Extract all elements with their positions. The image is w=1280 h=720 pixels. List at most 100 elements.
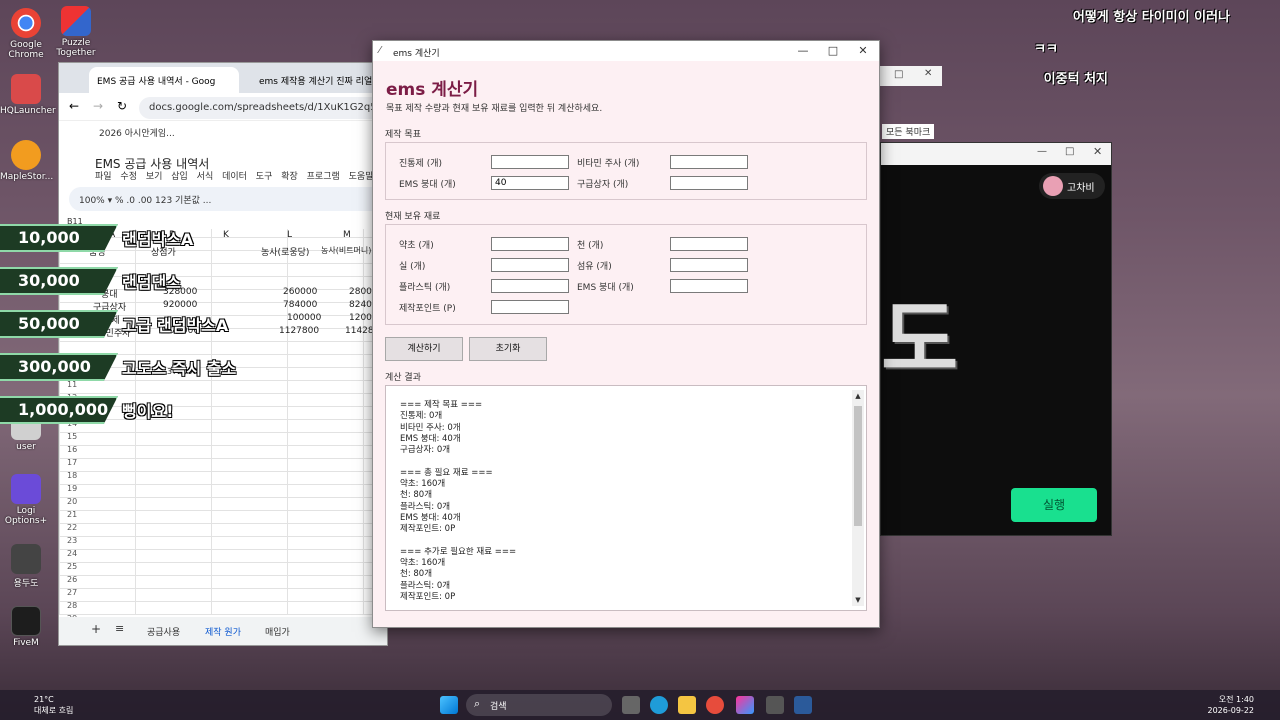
- inventory-section-label: 현재 보유 재료: [385, 212, 441, 222]
- maximize-icon[interactable]: □: [1065, 146, 1074, 157]
- user-profile[interactable]: 고차비: [1039, 173, 1105, 199]
- back-icon[interactable]: ←: [69, 99, 79, 113]
- row-number[interactable]: 15: [67, 432, 77, 441]
- copilot-icon[interactable]: [736, 696, 754, 714]
- logi-icon: [11, 474, 41, 504]
- scroll-down-icon[interactable]: ▼: [852, 594, 864, 606]
- cloth-input[interactable]: [670, 237, 748, 251]
- sheet-menu[interactable]: 파일 수정 보기 삽입 서식 데이터 도구 확장 프로그램 도움말: [95, 169, 373, 182]
- url-field[interactable]: docs.google.com/spreadsheets/d/1XuK1G2q5…: [139, 97, 387, 119]
- desktop-icon-yongdudo[interactable]: 용두도: [0, 544, 52, 589]
- close-icon[interactable]: ✕: [924, 68, 932, 79]
- desktop-icon-chrome[interactable]: Google Chrome: [0, 8, 52, 60]
- add-sheet-icon[interactable]: +: [91, 622, 101, 636]
- chrome-taskbar-icon[interactable]: [706, 696, 724, 714]
- maximize-icon[interactable]: □: [894, 69, 903, 80]
- weather-widget[interactable]: 21°C 대체로 흐림: [10, 694, 73, 716]
- bookmark-item[interactable]: 2026 아시안게임...: [99, 129, 175, 139]
- firstaid-goal-input[interactable]: [670, 176, 748, 190]
- plastic-input[interactable]: [491, 279, 569, 293]
- row-number[interactable]: 24: [67, 549, 77, 558]
- page-subtitle: 목표 제작 수량과 현재 보유 재료를 입력한 뒤 계산하세요.: [386, 104, 603, 114]
- search-box[interactable]: ⌕ 검색: [466, 694, 612, 716]
- background-window-controls: □ ✕: [880, 66, 942, 86]
- run-button[interactable]: 실행: [1011, 488, 1097, 522]
- row-number[interactable]: 21: [67, 510, 77, 519]
- fiber-input[interactable]: [670, 258, 748, 272]
- row-number[interactable]: 19: [67, 484, 77, 493]
- thread-input[interactable]: [491, 258, 569, 272]
- calculator-titlebar: ⁄ ems 계산기 — □ ✕: [373, 41, 879, 61]
- desktop-icon-fivem[interactable]: FiveM: [0, 606, 52, 648]
- sheet-tab[interactable]: 매입가: [265, 625, 290, 638]
- reload-icon[interactable]: ↻: [117, 99, 127, 113]
- result-textbox[interactable]: === 제작 목표 === 진통제: 0개 비타민 주사: 0개 EMS 붕대:…: [385, 385, 867, 611]
- sheet-toolbar[interactable]: 100% ▾ % .0 .00 123 기본값 ...: [69, 187, 387, 211]
- desktop-icon-hqlauncher[interactable]: HQLauncher: [0, 74, 56, 116]
- row-number[interactable]: 20: [67, 497, 77, 506]
- row-number[interactable]: 27: [67, 588, 77, 597]
- puzzle-icon: [61, 6, 91, 36]
- donation-badge-amount: 1,000,000: [0, 396, 118, 424]
- edge-icon[interactable]: [650, 696, 668, 714]
- painkiller-goal-input[interactable]: [491, 155, 569, 169]
- clock-time: 오전 1:40: [1218, 695, 1254, 704]
- desktop-icon-label: MapleStor...: [0, 172, 54, 182]
- calculator-window: ⁄ ems 계산기 — □ ✕ ems 계산기 목표 제작 수량과 현재 보유 …: [372, 40, 880, 628]
- minimize-button[interactable]: —: [793, 43, 813, 59]
- launcher-titlebar: — □ ✕: [881, 143, 1111, 165]
- desktop-icon-maplestory[interactable]: MapleStor...: [0, 140, 54, 182]
- weather-temp: 21°C: [34, 695, 54, 704]
- bookmark-folder[interactable]: 모든 북마크: [882, 124, 935, 139]
- bandage-goal-input[interactable]: [491, 176, 569, 190]
- page-title: ems 계산기: [386, 80, 479, 100]
- row-number[interactable]: 28: [67, 601, 77, 610]
- result-scrollbar[interactable]: ▲ ▼: [852, 390, 864, 606]
- donation-badge-label: 랜덤댄스: [122, 273, 181, 292]
- field-label: 비타민 주사 (개): [577, 159, 640, 169]
- row-number[interactable]: 22: [67, 523, 77, 532]
- table-cell: 100000: [287, 313, 322, 323]
- craft-point-input[interactable]: [491, 300, 569, 314]
- table-cell: 784000: [283, 300, 318, 310]
- desktop-icon-label: FiveM: [13, 638, 39, 648]
- close-button[interactable]: ✕: [853, 43, 873, 59]
- browser-tab-calculator[interactable]: ems 제작용 계산기 진짜 리얼: [251, 67, 389, 93]
- forward-icon[interactable]: →: [93, 99, 103, 113]
- scroll-up-icon[interactable]: ▲: [852, 390, 864, 402]
- row-number[interactable]: 23: [67, 536, 77, 545]
- fivem-icon: [11, 606, 41, 636]
- vitamin-goal-input[interactable]: [670, 155, 748, 169]
- task-view-icon[interactable]: [622, 696, 640, 714]
- row-number[interactable]: 11: [67, 380, 77, 389]
- goal-section-label: 제작 목표: [385, 130, 421, 140]
- herb-input[interactable]: [491, 237, 569, 251]
- desktop-icon-puzzle[interactable]: Puzzle Together: [50, 6, 102, 58]
- browser-tab-sheets[interactable]: EMS 공급 사용 내역서 - Goog: [89, 67, 239, 93]
- calculator-taskbar-icon[interactable]: [766, 696, 784, 714]
- clock[interactable]: 오전 1:40 2026-09-22: [1208, 694, 1255, 716]
- python-app-icon[interactable]: [794, 696, 812, 714]
- bandage-stock-input[interactable]: [670, 279, 748, 293]
- row-number[interactable]: 18: [67, 471, 77, 480]
- row-number[interactable]: 16: [67, 445, 77, 454]
- row-number[interactable]: 17: [67, 458, 77, 467]
- minimize-icon[interactable]: —: [1037, 146, 1047, 157]
- row-number[interactable]: 25: [67, 562, 77, 571]
- maximize-button[interactable]: □: [823, 43, 843, 59]
- donation-badge-amount: 30,000: [0, 267, 118, 295]
- all-sheets-icon[interactable]: ≡: [115, 622, 124, 635]
- calculate-button[interactable]: 계산하기: [385, 337, 463, 361]
- row-number[interactable]: 26: [67, 575, 77, 584]
- close-icon[interactable]: ✕: [1093, 145, 1102, 158]
- sheet-tab[interactable]: 공급사용: [147, 625, 180, 638]
- desktop-icon-logi[interactable]: Logi Options+: [0, 474, 52, 526]
- scroll-thumb[interactable]: [854, 406, 862, 526]
- sheet-grid[interactable]: A B K L M 품명 상점가 농사(로웅당) 농사(비트머니) 붕대 328…: [59, 229, 387, 623]
- sheet-tab-active[interactable]: 제작 원가: [205, 625, 241, 638]
- reset-button[interactable]: 초기화: [469, 337, 547, 361]
- start-icon[interactable]: [440, 696, 458, 714]
- donation-badge-label: 뻥이요!: [122, 402, 174, 421]
- avatar: [1043, 176, 1063, 196]
- explorer-icon[interactable]: [678, 696, 696, 714]
